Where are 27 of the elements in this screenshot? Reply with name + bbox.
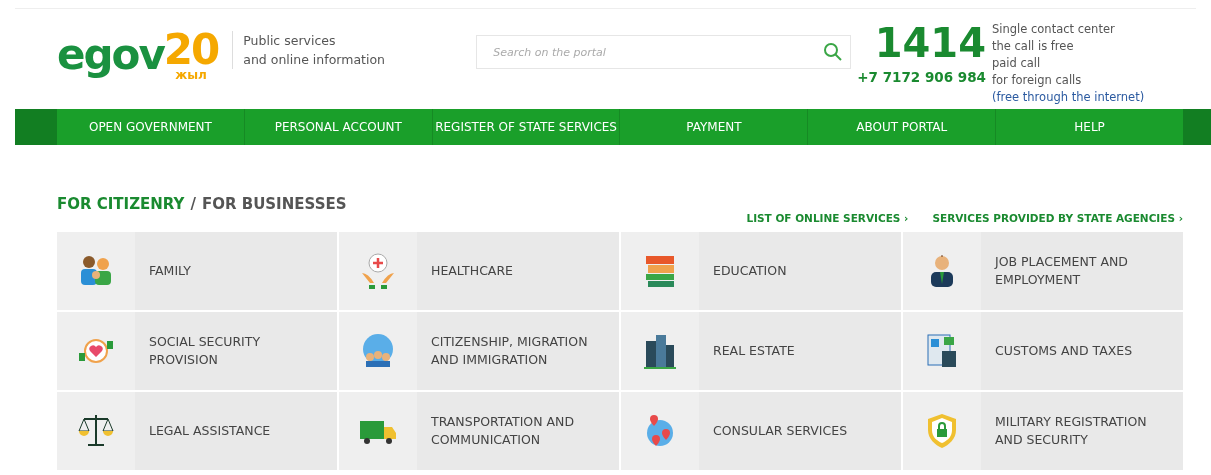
category-tile[interactable]: CUSTOMS AND TAXES xyxy=(903,312,1183,390)
phone-number: +7 7172 906 984 xyxy=(857,69,986,85)
category-tile[interactable]: REAL ESTATE xyxy=(621,312,901,390)
audience-tab[interactable]: FOR CITIZENRY xyxy=(57,195,185,213)
contact-text: paid call xyxy=(992,55,1041,72)
category-tile[interactable]: CONSULAR SERVICES xyxy=(621,392,901,470)
tab-separator: / xyxy=(190,195,196,213)
category-tile[interactable]: CITIZENSHIP, MIGRATION AND IMMIGRATION xyxy=(339,312,619,390)
tagline: Public services and online information xyxy=(232,31,424,69)
short-number: 1414 xyxy=(874,23,986,63)
category-tile[interactable]: LEGAL ASSISTANCE xyxy=(57,392,337,470)
category-tile[interactable]: HEALTHCARE xyxy=(339,232,619,310)
services-link[interactable]: LIST OF ONLINE SERVICES › xyxy=(746,212,909,224)
audience-tab[interactable]: FOR BUSINESSES xyxy=(201,195,347,213)
search-field[interactable]: Search on the portal xyxy=(476,35,852,69)
contact-text: Single contact center xyxy=(992,21,1115,38)
category-tile[interactable]: SOCIAL SECURITY PROVISION xyxy=(57,312,337,390)
services-link[interactable]: SERVICES PROVIDED BY STATE AGENCIES › xyxy=(932,212,1183,224)
category-tile[interactable]: MILITARY REGISTRATION AND SECURITY xyxy=(903,392,1183,470)
category-tile[interactable]: TRANSPORTATION AND COMMUNICATION xyxy=(339,392,619,470)
category-tile[interactable]: FAMILY xyxy=(57,232,337,310)
contact-text: for foreign calls xyxy=(992,72,1082,89)
contact-text: the call is free xyxy=(992,38,1074,55)
search-icon[interactable] xyxy=(823,42,844,62)
category-tile[interactable]: EDUCATION xyxy=(621,232,901,310)
internet-call-link[interactable]: (free through the internet) xyxy=(992,89,1145,106)
category-tile[interactable]: JOB PLACEMENT AND EMPLOYMENT xyxy=(903,232,1183,310)
